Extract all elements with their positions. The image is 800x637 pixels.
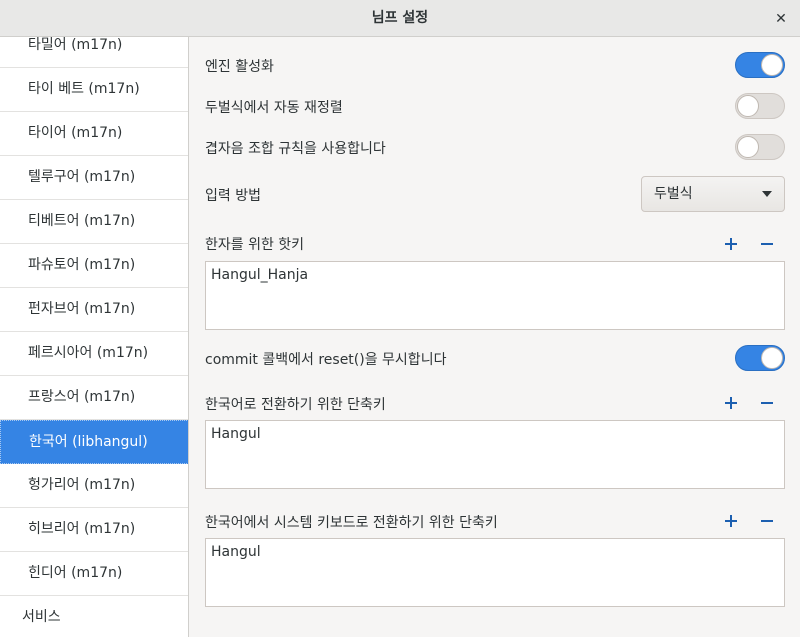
sidebar-item-hindi[interactable]: 힌디어 (m17n) (0, 552, 188, 596)
sidebar: 타밀어 (m17n) 타이 베트 (m17n) 타이어 (m17n) 텔루구어 … (0, 37, 189, 637)
switch-to-korean-label: 한국어로 전환하기 위한 단축키 (205, 397, 386, 413)
sidebar-item-label: 헝가리어 (m17n) (28, 477, 136, 493)
sidebar-item-label: 힌디어 (m17n) (28, 565, 123, 581)
sidebar-item-label: 히브리어 (m17n) (28, 521, 136, 537)
list-item[interactable]: Hangul_Hanja (211, 267, 308, 283)
hanja-hotkey-list[interactable]: Hangul_Hanja (205, 261, 785, 330)
switch-knob (737, 136, 759, 158)
enable-engine-switch[interactable] (735, 52, 785, 78)
sidebar-item-label: 펀자브어 (m17n) (28, 301, 136, 317)
sidebar-item-tibetan[interactable]: 티베트어 (m17n) (0, 200, 188, 244)
ignore-reset-label: commit 콜백에서 reset()을 무시합니다 (205, 352, 447, 368)
sidebar-item-french[interactable]: 프랑스어 (m17n) (0, 376, 188, 420)
remove-korean-key-button[interactable] (757, 393, 777, 413)
remove-system-key-button[interactable] (757, 511, 777, 531)
sidebar-item-hungarian[interactable]: 헝가리어 (m17n) (0, 464, 188, 508)
window-title: 님프 설정 (371, 10, 429, 26)
sidebar-item-label: 페르시아어 (m17n) (28, 345, 149, 361)
switch-knob (761, 54, 783, 76)
sidebar-item-pashto[interactable]: 파슈토어 (m17n) (0, 244, 188, 288)
switch-to-system-label: 한국어에서 시스템 키보드로 전환하기 위한 단축키 (205, 515, 498, 531)
compound-rule-switch[interactable] (735, 134, 785, 160)
title-bar: 님프 설정 ✕ (0, 0, 800, 37)
dropdown-arrow-icon (762, 191, 772, 197)
switch-knob (761, 347, 783, 369)
input-method-label: 입력 방법 (205, 188, 261, 204)
add-korean-key-button[interactable] (721, 393, 741, 413)
switch-knob (737, 95, 759, 117)
auto-reorder-label: 두벌식에서 자동 재정렬 (205, 100, 343, 116)
sidebar-item-services[interactable]: 서비스 (0, 596, 188, 637)
close-icon: ✕ (775, 11, 787, 27)
sidebar-item-label: 프랑스어 (m17n) (28, 389, 136, 405)
sidebar-item-label: 텔루구어 (m17n) (28, 169, 136, 185)
list-item[interactable]: Hangul (211, 544, 261, 560)
auto-reorder-switch[interactable] (735, 93, 785, 119)
sidebar-item-hebrew[interactable]: 히브리어 (m17n) (0, 508, 188, 552)
sidebar-item-label: 파슈토어 (m17n) (28, 257, 136, 273)
sidebar-item-label: 타밀어 (m17n) (28, 37, 123, 53)
input-method-value: 두벌식 (654, 186, 693, 202)
add-system-key-button[interactable] (721, 511, 741, 531)
add-hanja-key-button[interactable] (721, 234, 741, 254)
hanja-hotkey-label: 한자를 위한 핫키 (205, 237, 305, 253)
sidebar-item-thai[interactable]: 타이어 (m17n) (0, 112, 188, 156)
enable-engine-label: 엔진 활성화 (205, 59, 274, 75)
sidebar-item-telugu[interactable]: 텔루구어 (m17n) (0, 156, 188, 200)
sidebar-item-korean[interactable]: 한국어 (libhangul) (0, 420, 188, 464)
remove-hanja-key-button[interactable] (757, 234, 777, 254)
compound-rule-label: 겹자음 조합 규칙을 사용합니다 (205, 141, 386, 157)
sidebar-item-label: 타이 베트 (m17n) (28, 81, 140, 97)
settings-window: 님프 설정 ✕ 타밀어 (m17n) 타이 베트 (m17n) 타이어 (m17… (0, 0, 800, 637)
switch-to-system-list[interactable]: Hangul (205, 538, 785, 607)
sidebar-item-persian[interactable]: 페르시아어 (m17n) (0, 332, 188, 376)
input-method-dropdown[interactable]: 두벌식 (641, 176, 785, 212)
sidebar-item-label: 서비스 (22, 609, 61, 625)
ignore-reset-switch[interactable] (735, 345, 785, 371)
sidebar-item-tamil[interactable]: 타밀어 (m17n) (0, 37, 188, 68)
sidebar-item-label: 타이어 (m17n) (28, 125, 123, 141)
switch-to-korean-list[interactable]: Hangul (205, 420, 785, 489)
sidebar-item-tai-viet[interactable]: 타이 베트 (m17n) (0, 68, 188, 112)
sidebar-item-label: 티베트어 (m17n) (28, 213, 136, 229)
sidebar-item-label: 한국어 (libhangul) (29, 434, 148, 450)
list-item[interactable]: Hangul (211, 426, 261, 442)
sidebar-item-punjabi[interactable]: 펀자브어 (m17n) (0, 288, 188, 332)
close-button[interactable]: ✕ (770, 8, 792, 30)
settings-panel: 엔진 활성화 두벌식에서 자동 재정렬 겹자음 조합 규칙을 사용합니다 입력 … (190, 37, 800, 637)
